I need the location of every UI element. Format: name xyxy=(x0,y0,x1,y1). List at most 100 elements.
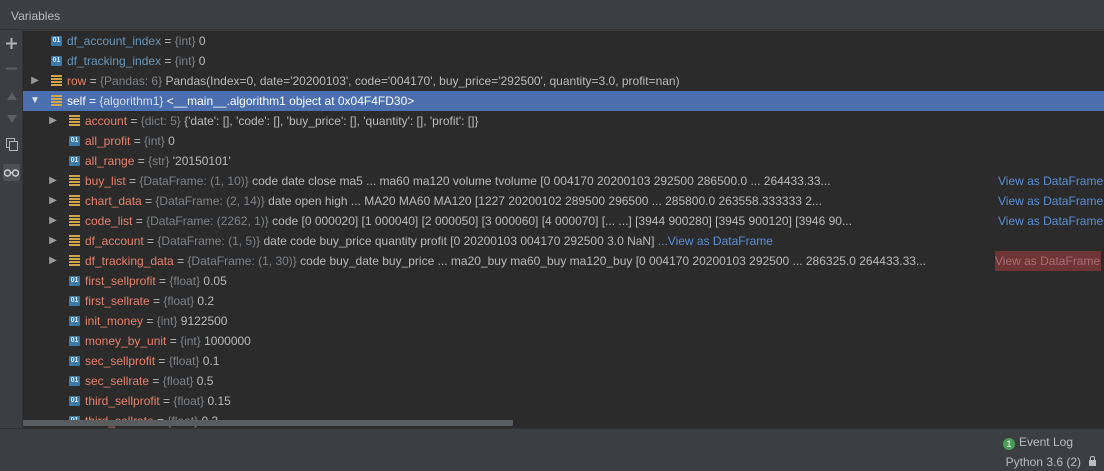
variable-value: date open high ... MA20 MA60 MA120 [1227… xyxy=(268,194,822,208)
primitive-type-icon: 01 xyxy=(69,356,80,366)
horizontal-scrollbar[interactable] xyxy=(23,420,513,426)
variable-row[interactable]: 01 first_sellrate = {float} 0.2 xyxy=(23,291,1104,311)
variable-value: 0.15 xyxy=(207,394,231,408)
event-log-label: Event Log xyxy=(1018,435,1073,449)
variable-type: {DataFrame: (1, 5)} xyxy=(157,234,261,248)
variable-value: <__main__.algorithm1 object at 0x04F4FD3… xyxy=(166,94,415,108)
event-log-button[interactable]: 1 Event Log xyxy=(1002,435,1073,450)
variable-value: '20150101' xyxy=(172,154,231,168)
collapse-arrow-icon[interactable]: ▼ xyxy=(29,91,41,111)
variable-name: first_sellrate xyxy=(85,294,150,308)
variable-type: {float} xyxy=(168,354,200,368)
variable-row[interactable]: 01 all_range = {str} '20150101' xyxy=(23,151,1104,171)
variable-row[interactable]: ▶ buy_list = {DataFrame: (1, 10)} code d… xyxy=(23,171,1104,191)
variable-type: {int} xyxy=(144,134,165,148)
object-type-icon xyxy=(69,255,80,266)
panel-header: Variables xyxy=(0,0,1104,30)
variable-value: date code buy_price quantity profit [0 2… xyxy=(263,234,655,248)
variable-name: row xyxy=(67,74,87,88)
variables-tree[interactable]: 01 df_account_index = {int} 0 01 df_trac… xyxy=(23,31,1104,428)
panel-title: Variables xyxy=(11,9,61,23)
variable-type: {float} xyxy=(162,374,194,388)
variable-value: code buy_date buy_price ... ma20_buy ma6… xyxy=(300,254,926,268)
expand-arrow-icon[interactable]: ▶ xyxy=(47,231,59,251)
variable-row[interactable]: 01 third_sellprofit = {float} 0.15 xyxy=(23,391,1104,411)
variable-type: {float} xyxy=(169,274,201,288)
expand-arrow-icon[interactable]: ▶ xyxy=(47,251,59,271)
status-bar: 1 Event Log Python 3.6 (2) xyxy=(0,428,1104,471)
variable-type: {float} xyxy=(173,394,205,408)
variable-type: {int} xyxy=(174,34,196,48)
view-as-dataframe-link[interactable]: ...View as DataFrame xyxy=(658,234,773,248)
remove-watch-icon[interactable] xyxy=(3,60,20,77)
variable-name: third_sellprofit xyxy=(85,394,160,408)
variable-name: self xyxy=(67,94,86,108)
interpreter-label: Python 3.6 (2) xyxy=(1005,455,1081,469)
variable-row[interactable]: 01 sec_sellprofit = {float} 0.1 xyxy=(23,351,1104,371)
variable-name: buy_list xyxy=(85,174,126,188)
variable-type: {DataFrame: (1, 30)} xyxy=(187,254,297,268)
primitive-type-icon: 01 xyxy=(51,56,62,66)
view-as-dataframe-link[interactable]: View as DataFrame xyxy=(998,171,1104,191)
variable-row[interactable]: 01 money_by_unit = {int} 1000000 xyxy=(23,331,1104,351)
variable-value: 0.5 xyxy=(196,374,214,388)
variable-row[interactable]: 01 df_tracking_index = {int} 0 xyxy=(23,51,1104,71)
variable-value: 0.05 xyxy=(203,274,227,288)
variable-value: 0 xyxy=(198,54,206,68)
variable-row[interactable]: ▶ df_tracking_data = {DataFrame: (1, 30)… xyxy=(23,251,1104,271)
watches-glasses-icon[interactable] xyxy=(3,164,20,181)
variable-row[interactable]: ▶ df_account = {DataFrame: (1, 5)} date … xyxy=(23,231,1104,251)
variable-row-selected[interactable]: ▼ self = {algorithm1} <__main__.algorith… xyxy=(23,91,1104,111)
variable-name: df_account_index xyxy=(67,34,162,48)
variable-name: sec_sellprofit xyxy=(85,354,156,368)
primitive-type-icon: 01 xyxy=(69,136,80,146)
variable-row[interactable]: 01 first_sellprofit = {float} 0.05 xyxy=(23,271,1104,291)
variable-name: account xyxy=(85,114,128,128)
view-as-dataframe-link-hovered[interactable]: View as DataFrame xyxy=(995,251,1101,271)
variable-name: code_list xyxy=(85,214,133,228)
view-as-dataframe-link[interactable]: View as DataFrame xyxy=(998,211,1104,231)
variable-name: all_range xyxy=(85,154,135,168)
variable-value: 0.2 xyxy=(197,294,215,308)
variable-type: {DataFrame: (2262, 1)} xyxy=(146,214,269,228)
primitive-type-icon: 01 xyxy=(69,316,80,326)
variable-type: {int} xyxy=(174,54,196,68)
primitive-type-icon: 01 xyxy=(69,276,80,286)
add-watch-icon[interactable] xyxy=(3,35,20,52)
view-as-dataframe-link[interactable]: View as DataFrame xyxy=(998,191,1104,211)
variable-type: {int} xyxy=(180,334,201,348)
variable-type: {algorithm1} xyxy=(99,94,164,108)
expand-arrow-icon[interactable]: ▶ xyxy=(29,71,41,91)
object-type-icon xyxy=(51,75,62,86)
variable-value: 0.1 xyxy=(202,354,220,368)
variable-row[interactable]: 01 init_money = {int} 9122500 xyxy=(23,311,1104,331)
variable-row[interactable]: ▶ row = {Pandas: 6} Pandas(Index=0, date… xyxy=(23,71,1104,91)
variable-name: df_tracking_data xyxy=(85,254,174,268)
debugger-toolbar xyxy=(0,30,23,429)
variable-type: {DataFrame: (1, 10)} xyxy=(139,174,249,188)
variable-row[interactable]: 01 all_profit = {int} 0 xyxy=(23,131,1104,151)
primitive-type-icon: 01 xyxy=(69,376,80,386)
expand-arrow-icon[interactable]: ▶ xyxy=(47,211,59,231)
variable-value: 0 xyxy=(198,34,206,48)
variable-type: {dict: 5} xyxy=(140,114,181,128)
lock-icon xyxy=(1089,456,1096,466)
primitive-type-icon: 01 xyxy=(69,156,80,166)
move-up-icon[interactable] xyxy=(3,87,20,104)
variable-value: 1000000 xyxy=(204,334,251,348)
variable-row[interactable]: ▶ account = {dict: 5} {'date': [], 'code… xyxy=(23,111,1104,131)
expand-arrow-icon[interactable]: ▶ xyxy=(47,111,59,131)
move-down-icon[interactable] xyxy=(3,110,20,127)
variable-type: {str} xyxy=(148,154,170,168)
primitive-type-icon: 01 xyxy=(69,336,80,346)
variable-type: {Pandas: 6} xyxy=(100,74,163,88)
variable-row[interactable]: ▶ code_list = {DataFrame: (2262, 1)} cod… xyxy=(23,211,1104,231)
expand-arrow-icon[interactable]: ▶ xyxy=(47,171,59,191)
variable-type: {DataFrame: (2, 14)} xyxy=(155,194,265,208)
interpreter-selector[interactable]: Python 3.6 (2) xyxy=(1006,455,1096,469)
variable-row[interactable]: ▶ chart_data = {DataFrame: (2, 14)} date… xyxy=(23,191,1104,211)
copy-icon[interactable] xyxy=(3,136,20,153)
expand-arrow-icon[interactable]: ▶ xyxy=(47,191,59,211)
variable-row[interactable]: 01 sec_sellrate = {float} 0.5 xyxy=(23,371,1104,391)
variable-row[interactable]: 01 df_account_index = {int} 0 xyxy=(23,31,1104,51)
